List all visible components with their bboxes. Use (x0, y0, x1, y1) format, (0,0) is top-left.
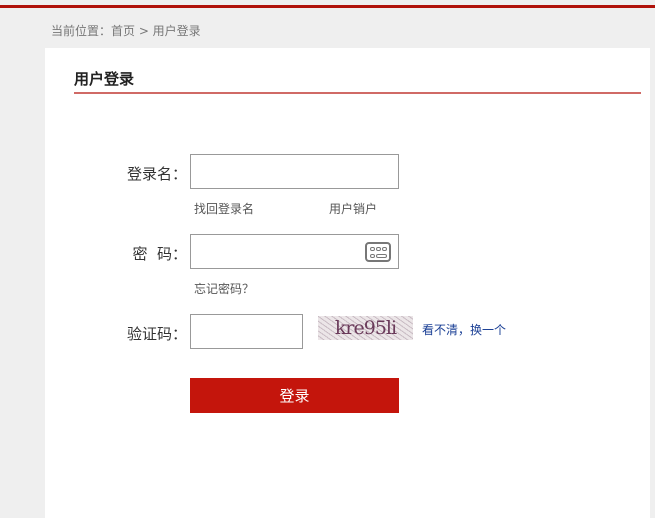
password-label: 密 码： (132, 245, 187, 263)
top-accent-line (0, 5, 655, 8)
page-title: 用户登录 (74, 70, 135, 88)
cancel-account-link[interactable]: 用户销户 (329, 200, 377, 217)
breadcrumb: 当前位置：首页 > 用户登录 (51, 24, 201, 38)
login-button[interactable]: 登录 (190, 378, 399, 413)
username-label: 登录名： (126, 165, 187, 183)
login-panel: 用户登录 登录名： 找回登录名 用户销户 密 码： 忘记密码？ 验证码： kre… (45, 48, 650, 518)
refresh-captcha-link[interactable]: 看不清，换一个 (422, 321, 506, 338)
find-username-link[interactable]: 找回登录名 (194, 200, 254, 217)
title-divider (74, 92, 641, 94)
keyboard-icon[interactable] (365, 242, 391, 262)
username-input[interactable] (190, 154, 399, 189)
captcha-image[interactable]: kre95li (318, 316, 413, 340)
captcha-input[interactable] (190, 314, 303, 349)
forgot-password-link[interactable]: 忘记密码？ (194, 280, 254, 297)
captcha-label: 验证码： (126, 325, 187, 343)
password-input[interactable] (190, 234, 399, 269)
